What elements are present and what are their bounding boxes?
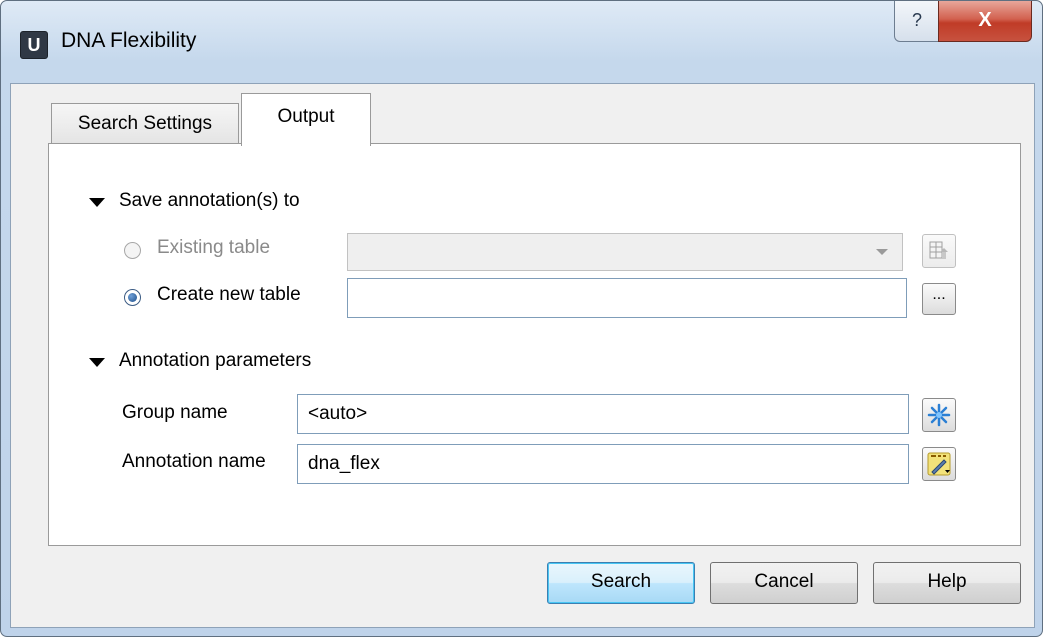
group-name-input[interactable]	[297, 394, 909, 434]
browse-button[interactable]: ...	[922, 283, 956, 315]
search-button[interactable]: Search	[547, 562, 695, 604]
group-name-label: Group name	[122, 402, 228, 423]
browse-icon: ...	[932, 286, 946, 303]
window-title: DNA Flexibility	[61, 29, 197, 52]
abc-pencil-icon	[927, 452, 951, 476]
dialog-client-area: Search Settings Output Save annotation(s…	[10, 83, 1035, 628]
dropdown-arrow-icon	[876, 249, 888, 255]
close-icon: X	[978, 9, 992, 31]
title-bar[interactable]: U DNA Flexibility ? X	[1, 1, 1042, 83]
annotation-name-button[interactable]	[922, 447, 956, 481]
collapse-arrow-icon[interactable]	[89, 198, 105, 207]
cancel-button[interactable]: Cancel	[710, 562, 858, 604]
select-table-button	[922, 234, 956, 268]
help-button[interactable]: Help	[873, 562, 1021, 604]
annotation-section-title[interactable]: Annotation parameters	[119, 350, 311, 372]
help-icon: ?	[911, 10, 922, 30]
close-button[interactable]: X	[938, 1, 1032, 42]
dialog-window: U DNA Flexibility ? X Search Settings Ou…	[0, 0, 1043, 637]
collapse-arrow-icon[interactable]	[89, 358, 105, 367]
group-name-button[interactable]	[922, 398, 956, 432]
snowflake-icon	[927, 403, 951, 427]
existing-table-combo	[347, 233, 903, 271]
tab-output[interactable]: Output	[241, 93, 371, 146]
app-u-icon: U	[20, 31, 48, 59]
create-new-table-label[interactable]: Create new table	[157, 284, 301, 306]
existing-table-radio	[124, 242, 141, 259]
tab-search-settings[interactable]: Search Settings	[51, 103, 239, 144]
create-new-table-radio[interactable]	[124, 289, 141, 306]
help-titlebar-button[interactable]: ?	[894, 1, 940, 42]
table-select-icon	[929, 241, 948, 259]
existing-table-label: Existing table	[157, 237, 271, 258]
annotation-name-input[interactable]	[297, 444, 909, 484]
annotation-name-label: Annotation name	[122, 451, 266, 472]
save-section-title[interactable]: Save annotation(s) to	[119, 190, 300, 212]
new-table-path-input[interactable]	[347, 278, 907, 318]
output-tab-panel: Save annotation(s) to Existing table Cre…	[48, 143, 1021, 546]
